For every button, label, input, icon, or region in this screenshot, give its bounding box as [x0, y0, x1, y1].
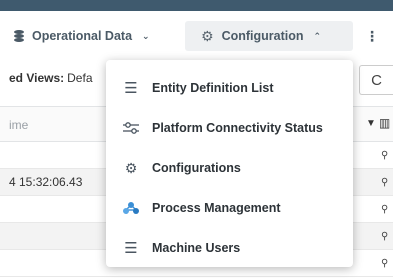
refresh-icon: C [371, 71, 382, 89]
menu-item-label: Configurations [152, 161, 241, 175]
menu-item-process-management[interactable]: Process Management [106, 188, 353, 228]
nav-operational-data[interactable]: Operational Data ⌄ [14, 21, 174, 51]
search-icon[interactable]: ⚲ [381, 196, 388, 223]
configuration-dropdown-menu: ☰ Entity Definition List Platform Connec… [106, 60, 353, 267]
nav-configuration-label: Configuration [221, 29, 304, 43]
column-header-time[interactable]: ime [9, 107, 28, 143]
search-icon[interactable]: ⚲ [381, 169, 388, 196]
top-navigation: Operational Data ⌄ ⚙ Configuration ⌃ ⋮ [0, 11, 393, 55]
sliders-icon [121, 121, 141, 135]
menu-item-platform-connectivity-status[interactable]: Platform Connectivity Status [106, 108, 353, 148]
nav-operational-label: Operational Data [32, 29, 133, 43]
columns-icon[interactable]: ▥ [379, 116, 390, 130]
hamburger-icon: ☰ [124, 80, 138, 97]
saved-views-label: ed Views: [9, 71, 65, 85]
table-cell: 4 15:32:06.43 [9, 175, 83, 189]
gear-icon: ⚙ [124, 159, 138, 176]
top-accent-bar [0, 0, 393, 11]
search-icon[interactable]: ⚲ [381, 223, 388, 250]
process-nodes-icon [121, 200, 141, 216]
menu-item-label: Process Management [152, 201, 281, 215]
database-icon [14, 30, 24, 42]
menu-item-machine-users[interactable]: ☰ Machine Users [106, 228, 353, 268]
chevron-up-icon: ⌃ [313, 30, 322, 41]
saved-views-value: Defa [67, 71, 93, 85]
gear-icon: ⚙ [201, 27, 214, 44]
menu-item-label: Entity Definition List [152, 81, 274, 95]
refresh-button[interactable]: C [359, 65, 393, 95]
more-options-icon[interactable]: ⋮ [364, 21, 380, 51]
menu-item-label: Platform Connectivity Status [152, 121, 323, 135]
filter-icon[interactable]: ▼ [366, 118, 376, 129]
menu-item-entity-definition-list[interactable]: ☰ Entity Definition List [106, 68, 353, 108]
menu-item-label: Machine Users [152, 241, 241, 255]
search-icon[interactable]: ⚲ [381, 142, 388, 169]
nav-configuration[interactable]: ⚙ Configuration ⌃ [185, 21, 353, 51]
saved-views-selector[interactable]: ed Views: Defa [0, 66, 93, 90]
hamburger-icon: ☰ [124, 240, 138, 257]
chevron-down-icon: ⌄ [142, 30, 150, 41]
search-icon[interactable]: ⚲ [381, 250, 388, 277]
menu-item-configurations[interactable]: ⚙ Configurations [106, 148, 353, 188]
